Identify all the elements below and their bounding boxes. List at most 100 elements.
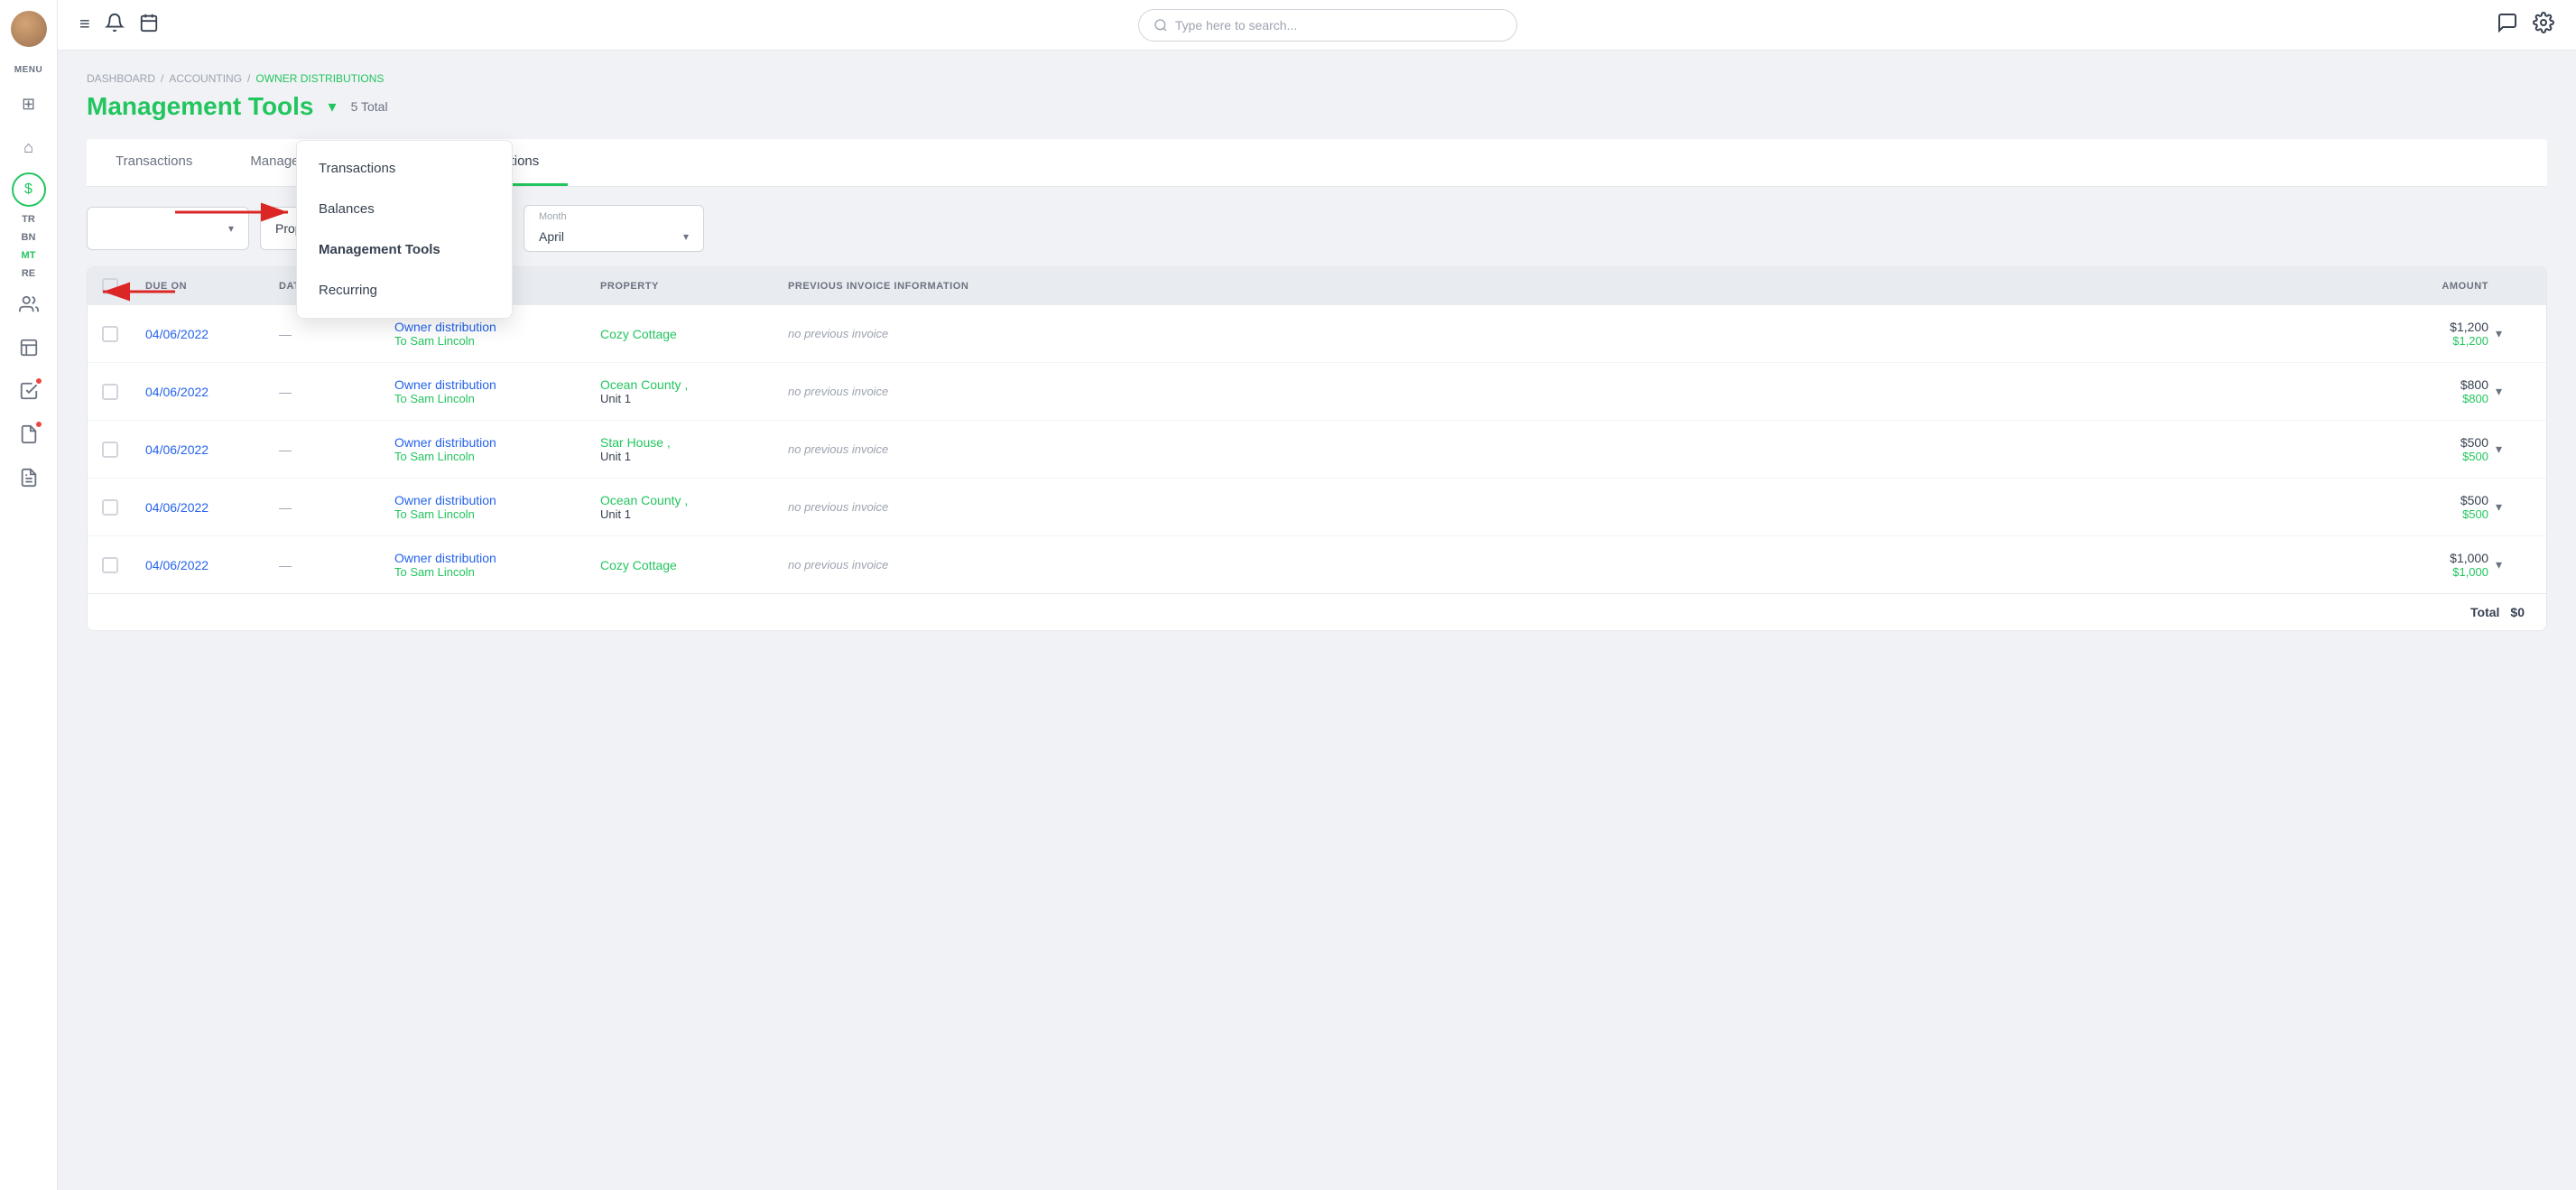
sidebar-item-bn[interactable]: BN	[22, 232, 36, 243]
col-property: PROPERTY	[600, 281, 781, 292]
search-placeholder: Type here to search...	[1175, 18, 1297, 33]
filter-generic-chevron: ▾	[228, 222, 234, 235]
topbar: ≡ Type here to search...	[58, 0, 2576, 51]
filter-month[interactable]: Month April ▾	[524, 205, 704, 252]
row-due-on-3[interactable]: 04/06/2022	[145, 500, 272, 515]
row-category-3: Owner distribution To Sam Lincoln	[394, 493, 593, 521]
breadcrumb-current[interactable]: OWNER DISTRIBUTIONS	[255, 72, 384, 85]
search-bar: Type here to search...	[173, 9, 2482, 42]
select-all-checkbox[interactable]	[102, 278, 118, 294]
row-prev-invoice-2: no previous invoice	[788, 442, 2337, 456]
col-due-on: DUE ON	[145, 281, 272, 292]
sidebar-item-home[interactable]: ⌂	[11, 129, 47, 165]
content-area: DASHBOARD / ACCOUNTING / OWNER DISTRIBUT…	[58, 51, 2576, 1190]
dropdown-item-recurring[interactable]: Recurring	[297, 270, 512, 311]
row-due-on-0[interactable]: 04/06/2022	[145, 327, 272, 341]
row-expand-2[interactable]: ▾	[2496, 442, 2532, 457]
row-prev-invoice-0: no previous invoice	[788, 327, 2337, 340]
row-category-1: Owner distribution To Sam Lincoln	[394, 377, 593, 405]
row-date-paid-0: —	[279, 327, 387, 341]
breadcrumb-accounting[interactable]: ACCOUNTING	[169, 72, 242, 85]
row-amount-3: $500 $500	[2344, 493, 2488, 521]
col-prev-invoice: PREVIOUS INVOICE INFORMATION	[788, 281, 2337, 292]
filter-month-chevron: ▾	[683, 230, 689, 243]
row-property-4: Cozy Cottage	[600, 558, 781, 572]
row-category-2: Owner distribution To Sam Lincoln	[394, 435, 593, 463]
dropdown-item-transactions[interactable]: Transactions	[297, 148, 512, 189]
row-prev-invoice-4: no previous invoice	[788, 558, 2337, 572]
table-row: 04/06/2022 — Owner distribution To Sam L…	[88, 363, 2546, 421]
sidebar-item-people[interactable]	[11, 286, 47, 322]
sidebar: MENU ⊞ ⌂ $ TR BN MT RE	[0, 0, 58, 1190]
filter-month-label: Month	[539, 211, 567, 222]
row-property-0: Cozy Cottage	[600, 327, 781, 341]
row-amount-4: $1,000 $1,000	[2344, 551, 2488, 579]
row-expand-1[interactable]: ▾	[2496, 384, 2532, 399]
sidebar-item-dashboard[interactable]: ⊞	[11, 86, 47, 122]
row-checkbox-4[interactable]	[102, 557, 118, 573]
messages-icon[interactable]	[2497, 12, 2518, 39]
main-wrapper: ≡ Type here to search...	[58, 0, 2576, 1190]
row-date-paid-3: —	[279, 500, 387, 515]
documents-badge	[34, 420, 43, 429]
table-row: 04/06/2022 — Owner distribution To Sam L…	[88, 421, 2546, 479]
table-row: 04/06/2022 — Owner distribution To Sam L…	[88, 536, 2546, 593]
topbar-right	[2497, 12, 2554, 39]
row-date-paid-1: —	[279, 385, 387, 399]
row-expand-3[interactable]: ▾	[2496, 499, 2532, 515]
notification-icon[interactable]	[105, 13, 125, 38]
row-due-on-2[interactable]: 04/06/2022	[145, 442, 272, 457]
tab-transactions[interactable]: Transactions	[87, 139, 221, 186]
tasks-badge	[34, 377, 43, 386]
col-amount: AMOUNT	[2344, 281, 2488, 292]
row-checkbox-2[interactable]	[102, 442, 118, 458]
breadcrumb: DASHBOARD / ACCOUNTING / OWNER DISTRIBUT…	[87, 72, 2547, 85]
sidebar-item-accounting[interactable]: $	[12, 172, 46, 207]
sidebar-item-documents[interactable]	[11, 416, 47, 452]
sidebar-item-notes[interactable]	[11, 460, 47, 496]
search-input[interactable]: Type here to search...	[1138, 9, 1517, 42]
row-due-on-1[interactable]: 04/06/2022	[145, 385, 272, 399]
avatar[interactable]	[11, 11, 47, 47]
sidebar-item-reports[interactable]	[11, 330, 47, 366]
sidebar-item-tasks[interactable]	[11, 373, 47, 409]
total-value: $0	[2510, 605, 2525, 619]
table-footer: Total $0	[88, 593, 2546, 630]
row-checkbox-0[interactable]	[102, 326, 118, 342]
breadcrumb-dashboard[interactable]: DASHBOARD	[87, 72, 155, 85]
sidebar-item-re[interactable]: RE	[22, 268, 35, 279]
row-prev-invoice-3: no previous invoice	[788, 500, 2337, 514]
table-row: 04/06/2022 — Owner distribution To Sam L…	[88, 479, 2546, 536]
row-category-4: Owner distribution To Sam Lincoln	[394, 551, 593, 579]
title-dropdown-arrow[interactable]: ▾	[329, 98, 337, 116]
dropdown-item-balances[interactable]: Balances	[297, 189, 512, 229]
row-checkbox-1[interactable]	[102, 384, 118, 400]
row-property-1: Ocean County , Unit 1	[600, 377, 781, 405]
table-rows: 04/06/2022 — Owner distribution To Sam L…	[88, 305, 2546, 593]
filter-generic[interactable]: ▾	[87, 207, 249, 250]
calendar-icon[interactable]	[139, 13, 159, 38]
hamburger-icon[interactable]: ≡	[79, 14, 90, 35]
sidebar-item-tr[interactable]: TR	[22, 214, 35, 225]
management-tools-dropdown: Transactions Balances Management Tools R…	[296, 140, 513, 319]
dropdown-item-management-tools[interactable]: Management Tools	[297, 229, 512, 270]
distributions-table: DUE ON DATE PAID CATEGORY PROPERTY PREVI…	[87, 266, 2547, 631]
page-title: Management Tools	[87, 92, 314, 121]
filter-month-value: April	[539, 229, 676, 244]
row-checkbox-3[interactable]	[102, 499, 118, 516]
row-property-3: Ocean County , Unit 1	[600, 493, 781, 521]
row-amount-2: $500 $500	[2344, 435, 2488, 463]
row-property-2: Star House , Unit 1	[600, 435, 781, 463]
row-category-0: Owner distribution To Sam Lincoln	[394, 320, 593, 348]
total-badge: 5 Total	[351, 99, 388, 114]
row-due-on-4[interactable]: 04/06/2022	[145, 558, 272, 572]
row-expand-0[interactable]: ▾	[2496, 326, 2532, 341]
row-amount-1: $800 $800	[2344, 377, 2488, 405]
row-date-paid-2: —	[279, 442, 387, 457]
settings-icon[interactable]	[2533, 12, 2554, 39]
page-header: Management Tools ▾ 5 Total	[87, 92, 2547, 121]
row-expand-4[interactable]: ▾	[2496, 557, 2532, 572]
row-amount-0: $1,200 $1,200	[2344, 320, 2488, 348]
sidebar-item-mt[interactable]: MT	[22, 250, 36, 261]
row-prev-invoice-1: no previous invoice	[788, 385, 2337, 398]
